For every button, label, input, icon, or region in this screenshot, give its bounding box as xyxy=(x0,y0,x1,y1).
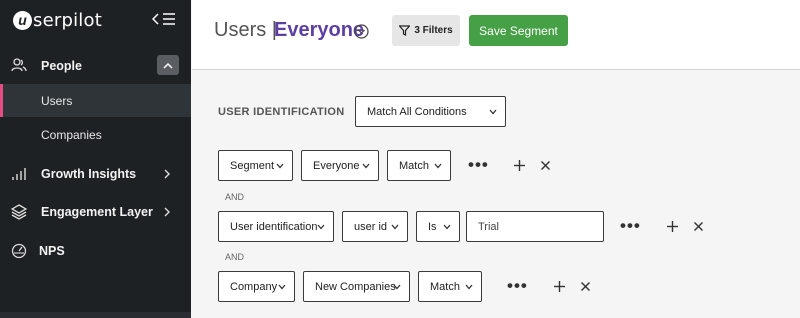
more-options-icon[interactable]: ••• xyxy=(507,277,528,294)
nav-people[interactable]: People xyxy=(0,52,191,80)
chevron-up-icon xyxy=(163,62,173,69)
nav-growth-insights[interactable]: Growth Insights xyxy=(0,161,191,187)
nav-people-label: People xyxy=(41,59,82,73)
more-options-icon[interactable]: ••• xyxy=(468,156,489,173)
nav-nps[interactable]: NPS xyxy=(0,238,191,264)
chevron-down-icon xyxy=(434,163,442,169)
chevron-right-icon xyxy=(164,169,170,179)
chevron-down-icon xyxy=(393,284,401,290)
gauge-icon xyxy=(11,243,27,259)
sidebar-item-users[interactable]: Users xyxy=(0,84,191,117)
condition-attribute-value: user id xyxy=(354,220,388,233)
remove-condition-icon[interactable] xyxy=(540,160,551,171)
chevron-down-icon xyxy=(443,224,451,230)
section-label: USER IDENTIFICATION xyxy=(218,106,345,118)
chevron-right-icon xyxy=(164,207,170,217)
add-condition-icon[interactable] xyxy=(666,220,679,233)
save-segment-button[interactable]: Save Segment xyxy=(469,15,568,46)
condition-field-select[interactable]: Segment xyxy=(218,150,293,181)
chevron-down-icon xyxy=(276,163,284,169)
condition-operator-select[interactable]: Match xyxy=(387,150,451,181)
condition-operator-select[interactable]: Match xyxy=(418,271,482,302)
add-condition-icon[interactable] xyxy=(513,159,526,172)
condition-value-select[interactable]: Everyone xyxy=(301,150,379,181)
sidebar-footer xyxy=(0,312,191,318)
condition-attribute-select[interactable]: user id xyxy=(342,211,408,242)
condition-field-value: User identification xyxy=(230,220,318,233)
segment-name[interactable]: Everyone xyxy=(274,19,364,42)
match-mode-value: Match All Conditions xyxy=(367,105,467,118)
chevron-down-icon xyxy=(362,163,370,169)
condition-field-value: Company xyxy=(230,280,278,293)
and-label: AND xyxy=(225,192,245,202)
condition-operator-value: Match xyxy=(430,280,460,293)
filters-label: 3 Filters xyxy=(414,25,453,36)
condition-input-value: Trial xyxy=(478,220,499,233)
condition-value-input[interactable]: Trial xyxy=(466,211,604,242)
condition-field-select[interactable]: User identification xyxy=(218,211,334,242)
logo[interactable]: u serpilot xyxy=(13,9,102,31)
condition-operator-value: Match xyxy=(399,159,429,172)
filters-button[interactable]: 3 Filters xyxy=(392,15,460,46)
and-label: AND xyxy=(225,252,245,262)
condition-operator-select[interactable]: Is xyxy=(416,211,460,242)
more-options-icon[interactable]: ••• xyxy=(620,217,641,234)
remove-condition-icon[interactable] xyxy=(693,221,704,232)
sidebar-item-companies-label: Companies xyxy=(41,128,102,142)
people-collapse-button[interactable] xyxy=(157,55,179,75)
sidebar-item-companies[interactable]: Companies xyxy=(0,118,191,151)
condition-value-select[interactable]: New Companies xyxy=(303,271,410,302)
nav-engagement-layer-label: Engagement Layer xyxy=(41,205,153,219)
chevron-down-icon xyxy=(317,224,325,230)
condition-value: Everyone xyxy=(313,159,360,172)
chevron-down-icon xyxy=(465,284,473,290)
people-icon xyxy=(11,58,27,72)
collapse-sidebar-icon[interactable] xyxy=(152,11,176,27)
bar-chart-icon xyxy=(12,168,26,180)
sidebar: u serpilot People Users Companies Growth… xyxy=(0,0,191,318)
segment-builder: USER IDENTIFICATION Match All Conditions… xyxy=(192,71,800,318)
remove-condition-icon[interactable] xyxy=(580,281,591,292)
logo-text: serpilot xyxy=(33,9,102,31)
condition-value: New Companies xyxy=(315,280,396,293)
chevron-down-icon xyxy=(489,109,497,115)
logo-mark: u xyxy=(13,10,32,30)
nav-nps-label: NPS xyxy=(39,244,65,258)
nav-growth-insights-label: Growth Insights xyxy=(41,167,137,181)
chevron-down-icon xyxy=(391,224,399,230)
page-header: Users | Everyone 3 Filters Save Segment xyxy=(192,0,800,70)
page-title: Users | xyxy=(214,19,277,42)
chevron-down-icon xyxy=(278,284,286,290)
page-title-text: Users xyxy=(214,19,267,41)
match-mode-select[interactable]: Match All Conditions xyxy=(355,96,506,127)
nav-engagement-layer[interactable]: Engagement Layer xyxy=(0,199,191,225)
condition-field-select[interactable]: Company xyxy=(218,271,295,302)
filter-icon xyxy=(399,25,411,36)
add-condition-icon[interactable] xyxy=(553,280,566,293)
segment-dropdown-icon[interactable] xyxy=(354,24,369,39)
condition-operator-value: Is xyxy=(428,220,437,233)
condition-field-value: Segment xyxy=(230,159,275,172)
sidebar-item-users-label: Users xyxy=(41,94,73,108)
layers-icon xyxy=(11,204,27,220)
